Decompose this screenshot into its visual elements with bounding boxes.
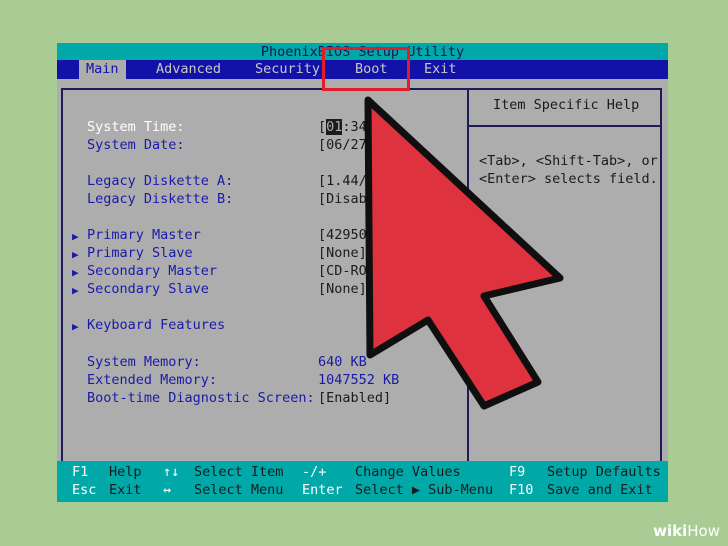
red-pointer-arrow-icon xyxy=(364,96,564,410)
wikihow-logo-bold: wiki xyxy=(653,522,688,540)
wikihow-logo-light: How xyxy=(687,522,720,540)
wikihow-logo: wikiHow xyxy=(653,522,720,540)
